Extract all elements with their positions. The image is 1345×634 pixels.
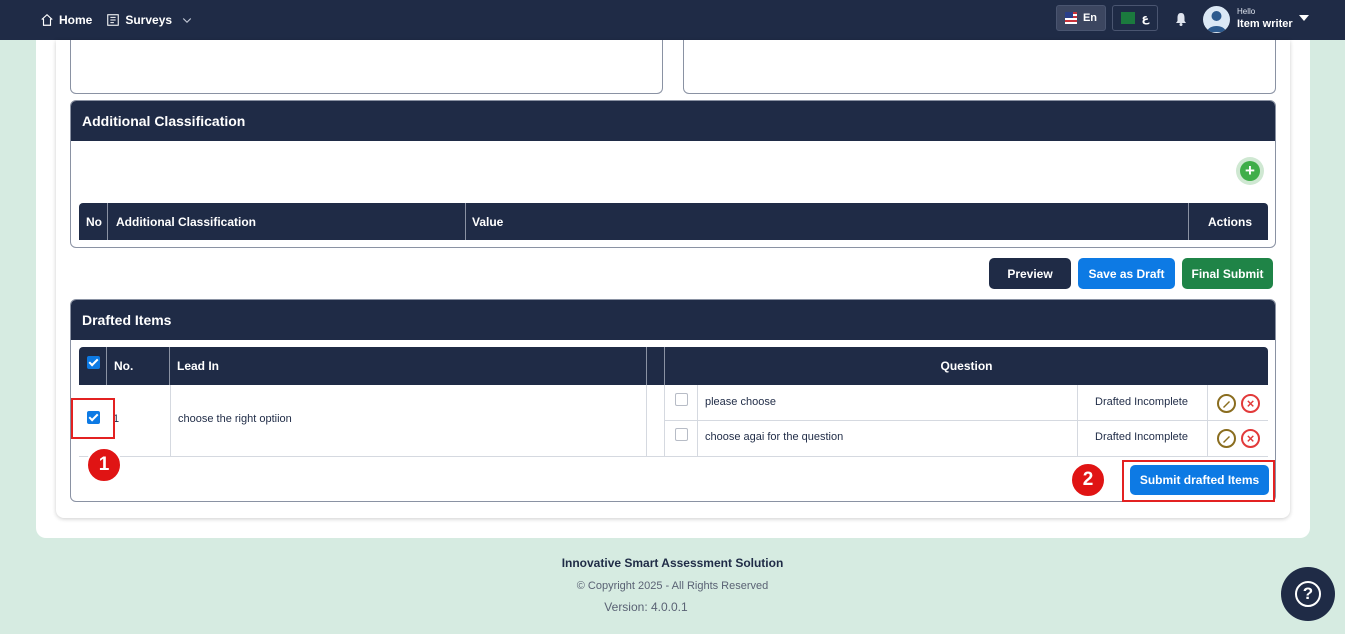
lang-english-label: En bbox=[1082, 12, 1097, 24]
question-text: please choose bbox=[705, 396, 776, 408]
divider bbox=[646, 347, 647, 385]
col-no: No. bbox=[114, 359, 134, 373]
plus-icon: + bbox=[1240, 161, 1260, 181]
divider bbox=[697, 385, 698, 457]
left-text-area[interactable] bbox=[70, 40, 663, 94]
notification-bell-icon[interactable] bbox=[1173, 11, 1189, 27]
divider bbox=[170, 385, 171, 457]
row-bottom-border bbox=[79, 456, 1268, 457]
col-question: Question bbox=[940, 359, 993, 373]
main-nav: Home Surveys bbox=[40, 0, 193, 40]
lang-arabic-button[interactable]: ع bbox=[1112, 5, 1158, 31]
col-additional-classification: Additional Classification bbox=[116, 214, 257, 229]
row-lead-in: choose the right optiion bbox=[178, 413, 292, 425]
avatar[interactable] bbox=[1203, 6, 1230, 33]
divider bbox=[1077, 385, 1078, 457]
classification-table-header: No Additional Classification Value Actio… bbox=[79, 203, 1268, 240]
chevron-down-icon bbox=[182, 18, 192, 24]
select-all-checkbox[interactable] bbox=[87, 356, 100, 369]
col-value: Value bbox=[472, 214, 504, 229]
home-icon bbox=[41, 13, 53, 26]
nav-surveys[interactable]: Surveys bbox=[106, 13, 193, 27]
user-avatar-icon bbox=[1207, 11, 1226, 32]
col-lead-in: Lead In bbox=[177, 359, 220, 373]
question-mark-icon: ? bbox=[1295, 581, 1321, 607]
question-text: choose agai for the question bbox=[705, 431, 844, 443]
question-checkbox[interactable] bbox=[675, 393, 688, 406]
us-flag-icon bbox=[1065, 12, 1077, 24]
footer-title: Innovative Smart Assessment Solution bbox=[561, 556, 784, 570]
col-no: No bbox=[86, 214, 102, 229]
delete-x-icon[interactable]: × bbox=[1241, 394, 1260, 413]
footer-version: Version: 4.0.0.1 bbox=[604, 600, 688, 614]
divider bbox=[664, 385, 665, 457]
divider bbox=[646, 385, 647, 457]
col-actions: Actions bbox=[1208, 214, 1253, 229]
save-as-draft-button[interactable]: Save as Draft bbox=[1078, 258, 1175, 289]
divider bbox=[1207, 385, 1208, 457]
survey-icon bbox=[107, 14, 120, 26]
divider bbox=[106, 347, 107, 385]
nav-home-label: Home bbox=[59, 13, 93, 27]
question-checkbox[interactable] bbox=[675, 428, 688, 441]
highlight-box-checkbox bbox=[71, 398, 115, 439]
divider bbox=[1188, 203, 1189, 240]
question-status: Drafted Incomplete bbox=[1095, 396, 1188, 408]
preview-button[interactable]: Preview bbox=[989, 258, 1071, 289]
divider bbox=[169, 347, 170, 385]
step-marker-1: 1 bbox=[86, 447, 122, 483]
nav-surveys-label: Surveys bbox=[125, 13, 173, 27]
edit-pencil-icon[interactable] bbox=[1217, 394, 1236, 413]
additional-classification-title: Additional Classification bbox=[71, 101, 1275, 141]
highlight-box-submit bbox=[1122, 460, 1275, 502]
divider bbox=[664, 420, 1268, 421]
step-marker-2: 2 bbox=[1070, 462, 1106, 498]
final-submit-button[interactable]: Final Submit bbox=[1182, 258, 1273, 289]
lang-english-button[interactable]: En bbox=[1056, 5, 1106, 31]
user-name[interactable]: Item writer bbox=[1237, 18, 1293, 30]
top-navbar: Home Surveys En ع Hello Item writer bbox=[0, 0, 1345, 40]
footer-copyright: © Copyright 2025 - All Rights Reserved bbox=[576, 580, 769, 592]
drafted-items-title: Drafted Items bbox=[71, 300, 1275, 340]
delete-x-icon[interactable]: × bbox=[1241, 429, 1260, 448]
nav-home[interactable]: Home bbox=[40, 13, 92, 27]
user-greeting: Hello bbox=[1237, 7, 1256, 16]
divider bbox=[107, 203, 108, 240]
user-menu-caret-icon[interactable] bbox=[1299, 15, 1309, 21]
drafted-table-header: No. Lead In Question bbox=[79, 347, 1268, 385]
question-status: Drafted Incomplete bbox=[1095, 431, 1188, 443]
add-classification-button[interactable]: + bbox=[1236, 157, 1264, 185]
divider bbox=[465, 203, 466, 240]
lang-arabic-label: ع bbox=[1141, 12, 1149, 25]
edit-pencil-icon[interactable] bbox=[1217, 429, 1236, 448]
saudi-flag-icon bbox=[1121, 12, 1136, 24]
help-button[interactable]: ? bbox=[1281, 567, 1335, 621]
right-text-area[interactable] bbox=[683, 40, 1276, 94]
